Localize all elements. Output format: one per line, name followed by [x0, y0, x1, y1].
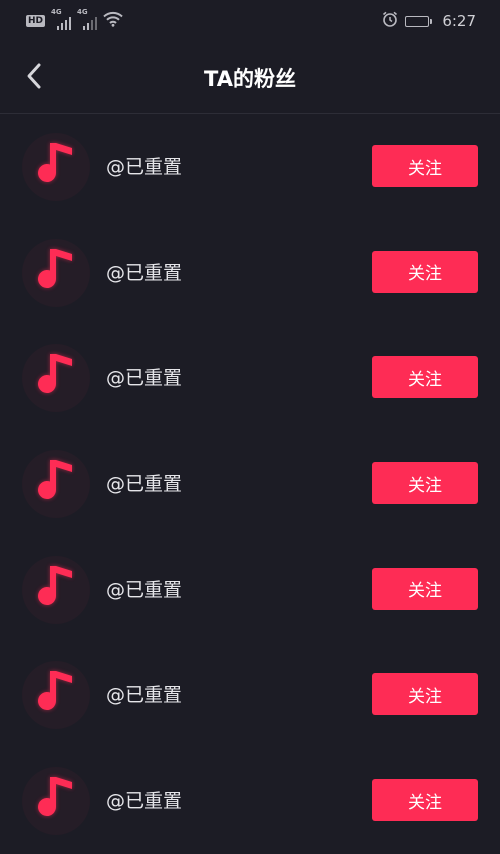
battery-icon [405, 15, 433, 27]
music-note-icon [34, 245, 78, 301]
chevron-left-icon [25, 62, 43, 94]
follower-list: @已重置 关注 @已重置 关注 @已重置 关注 @已重置 关注 @已重置 关注 … [0, 114, 500, 854]
signal-icon: 4G [51, 8, 72, 30]
status-bar: HD 4G 4G 6:27 [0, 0, 500, 42]
page-title: TA的粉丝 [204, 66, 296, 91]
music-note-icon [34, 667, 78, 723]
alarm-icon [381, 10, 399, 32]
back-button[interactable] [14, 58, 54, 98]
username[interactable]: @已重置 [106, 472, 182, 496]
list-item: @已重置 关注 [0, 748, 500, 854]
follow-button[interactable]: 关注 [372, 567, 478, 610]
status-bar-left: HD 4G 4G [26, 8, 123, 31]
avatar[interactable] [22, 133, 90, 201]
avatar[interactable] [22, 555, 90, 624]
list-item: @已重置 关注 [0, 537, 500, 643]
username[interactable]: @已重置 [106, 789, 182, 813]
username[interactable]: @已重置 [106, 155, 182, 179]
list-item: @已重置 关注 [0, 114, 500, 220]
follow-button[interactable]: 关注 [372, 145, 478, 187]
avatar[interactable] [22, 767, 90, 836]
follow-button[interactable]: 关注 [372, 250, 478, 293]
avatar[interactable] [22, 344, 90, 413]
hd-icon: HD [26, 15, 46, 27]
avatar[interactable] [22, 450, 90, 519]
list-item: @已重置 关注 [0, 325, 500, 431]
music-note-icon [34, 773, 78, 829]
music-note-icon [34, 456, 78, 512]
status-bar-right: 6:27 [381, 10, 476, 32]
follow-button[interactable]: 关注 [372, 356, 478, 399]
network-type-label: 4G [77, 8, 88, 16]
follow-button[interactable]: 关注 [372, 779, 478, 822]
music-note-icon [34, 562, 78, 618]
follow-button[interactable]: 关注 [372, 462, 478, 505]
avatar[interactable] [22, 238, 90, 307]
nav-bar: TA的粉丝 [0, 42, 500, 114]
username[interactable]: @已重置 [106, 683, 182, 707]
signal-icon: 4G [77, 8, 98, 30]
wifi-icon [103, 11, 123, 31]
list-item: @已重置 关注 [0, 642, 500, 748]
follow-button[interactable]: 关注 [372, 673, 478, 716]
username[interactable]: @已重置 [106, 366, 182, 390]
username[interactable]: @已重置 [106, 261, 182, 285]
list-item: @已重置 关注 [0, 431, 500, 537]
music-note-icon [34, 139, 78, 195]
status-time: 6:27 [442, 12, 476, 30]
music-note-icon [34, 350, 78, 406]
list-item: @已重置 关注 [0, 220, 500, 326]
avatar[interactable] [22, 661, 90, 730]
username[interactable]: @已重置 [106, 578, 182, 602]
network-type-label: 4G [51, 8, 62, 16]
